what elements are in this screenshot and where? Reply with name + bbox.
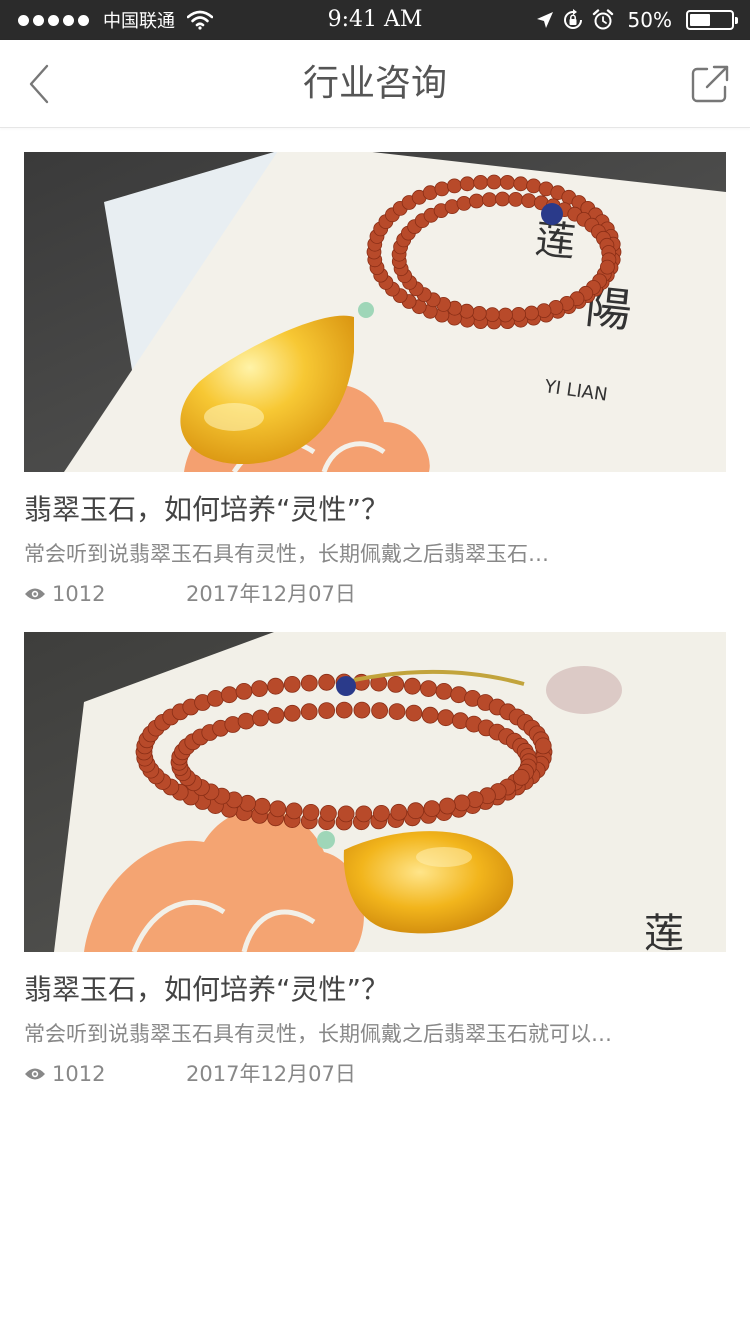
- bead: [473, 174, 489, 190]
- bead: [372, 804, 390, 822]
- bead: [486, 174, 502, 190]
- bead: [421, 706, 439, 724]
- bead: [283, 704, 301, 722]
- article-card[interactable]: 莲 翡翠玉石，如何培养“灵性”？ 常会听到说翡翠玉石具有灵性，长期佩戴之后翡翠玉…: [24, 632, 726, 1090]
- bead: [536, 303, 552, 319]
- bead: [353, 701, 371, 719]
- bead: [355, 805, 373, 823]
- bead: [495, 191, 510, 207]
- bead: [407, 802, 425, 820]
- bead: [403, 677, 421, 695]
- battery-icon: [686, 10, 738, 30]
- article-meta: 1012 2017年12月07日: [24, 1058, 726, 1090]
- bead: [253, 797, 271, 815]
- share-external-icon: [691, 65, 729, 103]
- bead: [437, 709, 455, 727]
- article-image[interactable]: 莲: [24, 632, 726, 952]
- article-title[interactable]: 翡翠玉石，如何培养“灵性”？: [24, 490, 726, 530]
- location-arrow-icon: [536, 12, 553, 28]
- bead: [300, 674, 318, 692]
- bead: [251, 680, 268, 697]
- article-meta: 1012 2017年12月07日: [24, 578, 726, 610]
- article-date: 2017年12月07日: [186, 1062, 356, 1086]
- view-count: 1012: [24, 578, 105, 610]
- bead: [513, 176, 529, 192]
- bead: [534, 737, 552, 755]
- status-right: 50%: [536, 0, 738, 40]
- view-count-value: 1012: [52, 1062, 106, 1086]
- article-summary: 常会听到说翡翠玉石具有灵性，长期佩戴之后翡翠玉石就可以…: [24, 1022, 612, 1046]
- bead: [438, 797, 456, 815]
- bead: [512, 768, 530, 786]
- eye-icon: [25, 588, 45, 600]
- bead: [371, 702, 389, 719]
- bead: [420, 680, 437, 697]
- bead: [283, 676, 301, 693]
- bead: [302, 803, 320, 821]
- bead: [267, 677, 285, 695]
- bead: [318, 702, 336, 719]
- rotation-lock-icon: [563, 9, 582, 29]
- article-summary: 常会听到说翡翠玉石具有灵性，长期佩戴之后翡翠玉石…: [24, 542, 549, 566]
- bead: [337, 805, 355, 823]
- bead: [524, 305, 539, 321]
- bead: [450, 686, 468, 704]
- battery-fill: [690, 14, 710, 26]
- eye-icon: [25, 1068, 45, 1080]
- view-count: 1012: [24, 1058, 105, 1090]
- bead: [335, 701, 353, 719]
- bead: [235, 683, 253, 700]
- bead: [498, 307, 513, 323]
- bead: [387, 676, 405, 693]
- bead: [471, 305, 487, 321]
- status-bar: 中国联通 9:41 AM 50%: [0, 0, 750, 40]
- bead: [600, 259, 615, 275]
- bead: [300, 703, 318, 721]
- article-date: 2017年12月07日: [186, 582, 356, 606]
- bead: [526, 178, 542, 194]
- bead: [267, 707, 285, 724]
- bead: [390, 803, 408, 821]
- bead: [237, 712, 255, 730]
- bead: [318, 673, 336, 691]
- bead: [220, 686, 238, 704]
- page-title: 行业咨询: [302, 63, 447, 104]
- back-button[interactable]: [14, 58, 64, 110]
- bead: [508, 192, 524, 207]
- bead: [481, 192, 497, 207]
- article-title[interactable]: 翡翠玉石，如何培养“灵性”？: [24, 970, 726, 1010]
- article-image[interactable]: 莲 陽 YI LIAN: [24, 152, 726, 472]
- bead: [285, 802, 303, 820]
- article-card[interactable]: 莲 陽 YI LIAN 翡翠玉石，如何培养“灵性”？ 常会听到说翡翠玉石具有灵性…: [24, 152, 726, 610]
- bead: [453, 794, 471, 812]
- alarm-icon: [592, 9, 613, 30]
- bead: [521, 193, 537, 208]
- chevron-left-icon: [29, 64, 49, 104]
- svg-text:莲: 莲: [644, 911, 684, 952]
- bead: [446, 178, 462, 194]
- bead: [206, 690, 224, 707]
- bead: [484, 307, 500, 323]
- bead: [511, 306, 527, 322]
- bead: [459, 176, 475, 192]
- bead: [388, 703, 406, 720]
- view-count-value: 1012: [52, 582, 106, 606]
- bead: [499, 174, 515, 190]
- nav-bar: 行业咨询: [0, 40, 750, 128]
- share-button[interactable]: [684, 58, 736, 110]
- bead: [423, 800, 441, 818]
- bead: [405, 704, 423, 722]
- bead: [269, 800, 287, 818]
- bead: [456, 196, 472, 211]
- bead: [434, 181, 450, 197]
- bead: [469, 193, 484, 209]
- battery-percent: 50%: [627, 8, 672, 32]
- bead: [252, 709, 270, 727]
- bead: [435, 683, 453, 700]
- bead: [319, 804, 337, 822]
